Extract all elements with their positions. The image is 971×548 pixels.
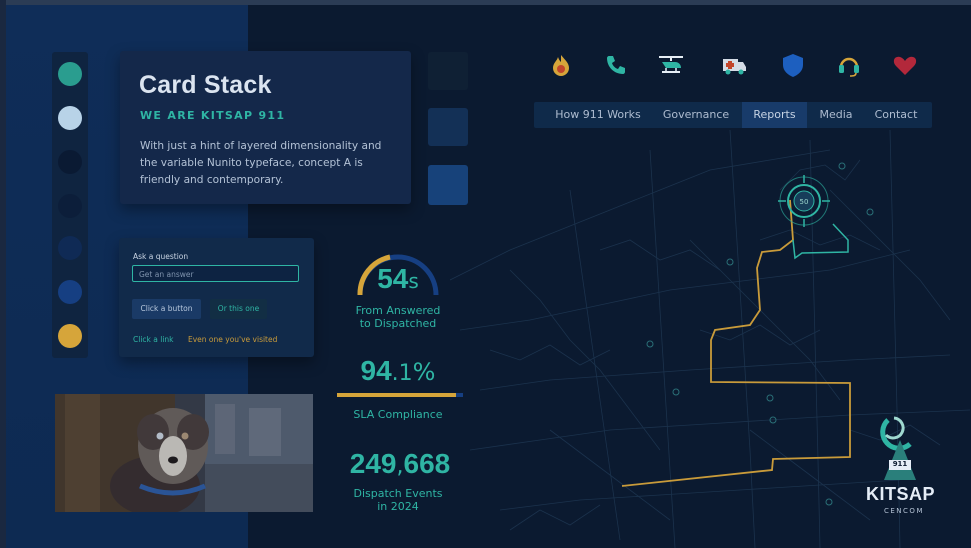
sla-value-int: 94: [360, 355, 392, 386]
card-subtitle: WE ARE KITSAP 911: [140, 109, 286, 122]
sla-bar-track: [337, 393, 463, 397]
nav-item-governance[interactable]: Governance: [654, 102, 738, 128]
nav-item-reports[interactable]: Reports: [742, 102, 807, 128]
sla-label: SLA Compliance: [353, 408, 443, 421]
sla-caption: SLA Compliance: [335, 408, 461, 421]
card-body: With just a hint of layered dimensionali…: [140, 140, 382, 186]
events-value-sep: ,: [396, 454, 404, 479]
ambulance-icon[interactable]: [719, 50, 749, 80]
question-label: Ask a question: [133, 252, 189, 261]
intro-card: Card Stack WE ARE KITSAP 911 With just a…: [120, 51, 411, 204]
dog-photo: [55, 394, 313, 512]
map-points: [646, 162, 874, 506]
dispatch-time-value: 54: [377, 263, 409, 294]
link[interactable]: Click a link: [133, 335, 174, 344]
events-caption: Dispatch Events in 2024: [335, 487, 461, 513]
dispatch-time-stat: 54s: [350, 263, 446, 295]
sla-value-dec: .1: [391, 361, 413, 386]
events-stat: 249,668: [330, 448, 470, 480]
window-top-border: [0, 0, 971, 5]
color-palette: [52, 52, 88, 358]
logo-badge: 911: [892, 460, 908, 468]
form-panel: Ask a question Get an answer Click a but…: [119, 238, 314, 357]
nav-item-contact[interactable]: Contact: [866, 102, 926, 128]
heart-icon[interactable]: [890, 50, 920, 80]
primary-button[interactable]: Click a button: [132, 299, 201, 319]
color-swatch-dark-navy: [58, 150, 82, 174]
events-label-1: Dispatch Events: [353, 487, 443, 500]
color-swatch-light-blue: [58, 106, 82, 130]
boundary-line-teal: [792, 223, 849, 260]
headset-icon[interactable]: [834, 50, 864, 80]
nav-item-media[interactable]: Media: [809, 102, 863, 128]
logo-name: KITSAP: [866, 484, 936, 504]
main-nav: How 911 Works Governance Reports Media C…: [534, 102, 932, 128]
secondary-button[interactable]: Or this one: [210, 299, 267, 319]
fire-icon[interactable]: [546, 50, 576, 80]
helicopter-icon[interactable]: [656, 50, 686, 80]
events-value-a: 249: [349, 448, 397, 479]
events-value-b: 668: [403, 448, 451, 479]
stack-block-3: [428, 165, 468, 205]
phone-icon[interactable]: [601, 50, 631, 80]
shield-icon[interactable]: [778, 50, 808, 80]
dispatch-time-label-1: From Answered: [355, 304, 441, 317]
sla-unit: %: [412, 358, 436, 386]
color-swatch-navy: [58, 194, 82, 218]
sla-stat: 94.1%: [335, 355, 461, 387]
nav-item-how-911-works[interactable]: How 911 Works: [542, 102, 654, 128]
color-swatch-teal: [58, 62, 82, 86]
stack-block-1: [428, 52, 468, 90]
visited-link[interactable]: Even one you've visited: [188, 335, 277, 344]
dispatch-time-unit: s: [408, 269, 419, 293]
sla-bar-fill: [337, 393, 456, 397]
logo-sub: CENCOM: [884, 507, 924, 515]
target-marker-label: 50: [800, 198, 809, 206]
dispatch-time-caption: From Answered to Dispatched: [335, 304, 461, 330]
color-swatch-deep-blue: [58, 236, 82, 260]
color-swatch-blue: [58, 280, 82, 304]
stack-block-2: [428, 108, 468, 146]
answer-input[interactable]: Get an answer: [132, 265, 299, 282]
dispatch-time-label-2: to Dispatched: [359, 317, 437, 330]
events-label-2: in 2024: [377, 500, 419, 513]
window-left-border: [0, 0, 6, 548]
color-swatch-gold: [58, 324, 82, 348]
card-title: Card Stack: [139, 71, 272, 99]
kitsap-logo-mark: [880, 416, 916, 480]
